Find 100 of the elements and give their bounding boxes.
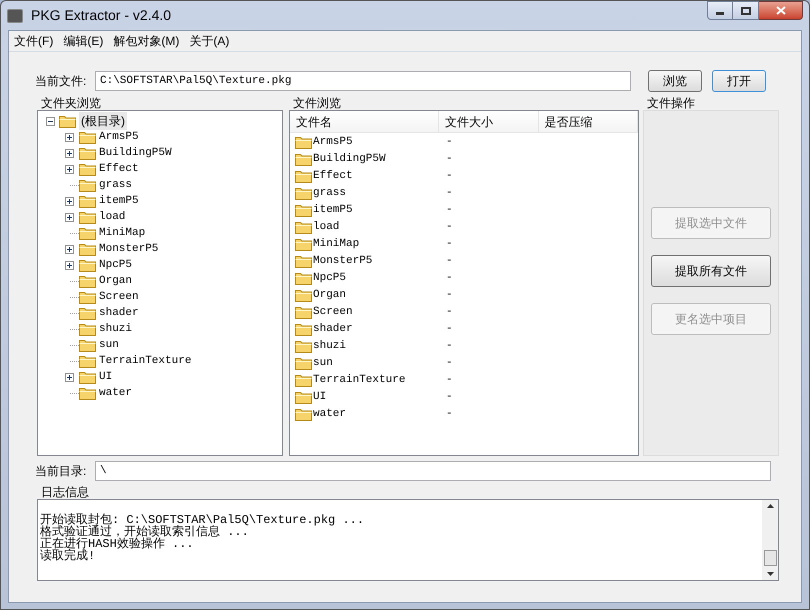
folder-icon <box>79 194 96 208</box>
folder-icon <box>79 290 96 304</box>
expand-toggle-icon[interactable] <box>65 212 74 222</box>
tree-item[interactable]: Organ <box>99 272 132 290</box>
table-cell-text: MonsterP5 <box>313 254 372 270</box>
tree-item[interactable]: load <box>99 208 126 226</box>
table-cell-text: BuildingP5W <box>313 152 386 168</box>
table-cell-text: TerrainTexture <box>313 373 406 388</box>
table-cell-text: ArmsP5 <box>313 135 353 150</box>
folder-icon <box>295 323 312 336</box>
tree-item[interactable]: MonsterP5 <box>99 240 158 258</box>
table-cell-text: water <box>313 407 346 422</box>
tree-item[interactable]: BuildingP5W <box>99 144 172 162</box>
expand-toggle-icon[interactable] <box>65 244 74 254</box>
table-cell-text: - <box>445 407 453 422</box>
action-button[interactable]: 浏览 <box>648 70 702 92</box>
maximize-button[interactable] <box>733 1 759 20</box>
scroll-thumb[interactable] <box>764 550 776 566</box>
tree-item[interactable]: shader <box>99 304 139 322</box>
minimize-button[interactable] <box>707 1 733 20</box>
close-icon <box>776 6 786 15</box>
scroll-up-icon[interactable] <box>766 504 774 508</box>
group-title: 文件操作 <box>646 96 696 110</box>
expand-toggle-icon[interactable] <box>65 196 74 206</box>
group-title: 日志信息 <box>40 485 90 499</box>
expand-toggle-icon[interactable] <box>65 164 74 174</box>
window-title: PKG Extractor - v2.4.0 <box>31 6 172 25</box>
folder-icon <box>295 255 312 268</box>
folder-icon <box>295 289 312 302</box>
tree-item[interactable]: grass <box>99 176 132 194</box>
table-cell-text: - <box>445 271 453 286</box>
folder-icon <box>295 306 312 319</box>
tree-item[interactable]: NpcP5 <box>99 256 132 274</box>
folder-icon <box>295 238 312 251</box>
table-cell-text: grass <box>313 186 346 202</box>
column-header[interactable]: 文件大小 <box>439 111 539 132</box>
folder-icon <box>295 374 312 387</box>
tree-item[interactable]: ArmsP5 <box>99 128 139 146</box>
table-cell-text: Screen <box>313 305 353 320</box>
folder-icon <box>295 408 312 421</box>
scrollbar[interactable] <box>762 500 778 580</box>
folder-icon <box>295 221 312 234</box>
input-field[interactable]: C:\SOFTSTAR\Pal5Q\Texture.pkg <box>95 71 631 91</box>
action-button[interactable]: 打开 <box>712 70 766 92</box>
folder-icon <box>295 357 312 370</box>
table-cell-text: - <box>445 339 453 354</box>
folder-icon <box>295 272 312 285</box>
action-button[interactable]: 提取所有文件 <box>651 255 771 287</box>
folder-icon <box>295 136 312 149</box>
table-cell-text: load <box>313 220 340 236</box>
tree-item[interactable]: shuzi <box>99 320 132 338</box>
menu-item[interactable]: 解包对象(M) <box>108 32 184 50</box>
table-cell-text: - <box>445 254 453 270</box>
input-field[interactable]: \ <box>95 461 771 481</box>
folder-icon <box>295 340 312 353</box>
scroll-down-icon[interactable] <box>766 572 774 576</box>
expand-toggle-icon[interactable] <box>65 148 74 158</box>
folder-icon <box>295 204 312 217</box>
folder-icon <box>295 187 312 200</box>
field-label: 当前文件: <box>35 73 88 90</box>
table-cell-text: - <box>445 356 453 372</box>
tree-item[interactable]: sun <box>99 336 119 354</box>
table-cell-text: itemP5 <box>313 203 353 218</box>
table-cell-text: MiniMap <box>313 237 360 252</box>
table-cell-text: sun <box>313 356 333 372</box>
folder-icon <box>79 178 96 192</box>
table-cell-text: - <box>445 152 453 168</box>
table-cell-text: - <box>445 169 453 184</box>
column-header[interactable]: 是否压缩 <box>538 111 638 132</box>
expand-toggle-icon[interactable] <box>65 132 74 142</box>
folder-icon <box>79 338 96 352</box>
table-cell-text: - <box>445 373 453 388</box>
tree-item[interactable]: Screen <box>99 288 139 306</box>
table-cell-text: - <box>445 237 453 252</box>
tree-item[interactable]: itemP5 <box>99 192 139 210</box>
tree-item[interactable]: (根目录) <box>79 112 127 130</box>
expand-toggle-icon[interactable] <box>65 260 74 270</box>
table-cell-text: Organ <box>313 288 346 304</box>
menu-item[interactable]: 文件(F) <box>9 32 58 50</box>
tree-item[interactable]: Effect <box>99 160 139 178</box>
column-header[interactable]: 文件名 <box>290 111 440 132</box>
table-cell-text: - <box>445 203 453 218</box>
expand-toggle-icon[interactable] <box>65 372 74 382</box>
folder-icon <box>79 210 96 224</box>
menu-item[interactable]: 关于(A) <box>184 32 234 50</box>
folder-icon <box>79 322 96 336</box>
app-icon <box>7 8 23 22</box>
menu-item[interactable]: 编辑(E) <box>58 32 108 50</box>
table-cell-text: - <box>445 322 453 338</box>
table-cell-text: Effect <box>313 169 353 184</box>
tree-item[interactable]: water <box>99 384 132 402</box>
table-cell-text: - <box>445 390 453 406</box>
folder-icon <box>79 354 96 368</box>
tree-item[interactable]: TerrainTexture <box>99 352 192 370</box>
close-button[interactable] <box>759 1 803 20</box>
folder-icon <box>79 386 96 400</box>
collapse-toggle-icon[interactable] <box>46 116 55 126</box>
tree-item[interactable]: MiniMap <box>99 224 146 242</box>
group-title: 文件夹浏览 <box>40 96 102 110</box>
tree-item[interactable]: UI <box>99 368 112 386</box>
